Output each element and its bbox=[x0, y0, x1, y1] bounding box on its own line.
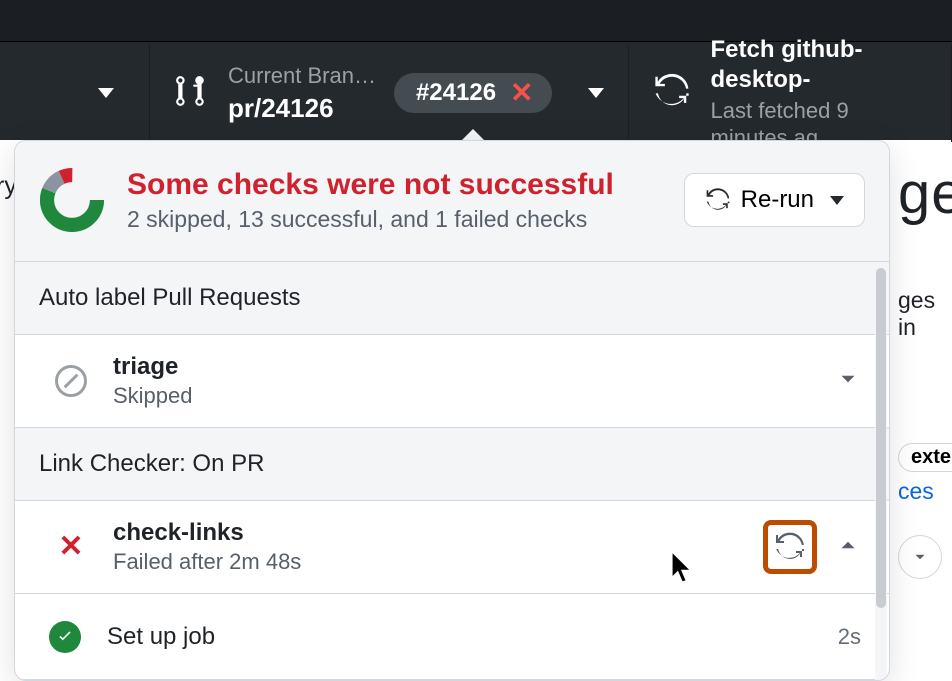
toolbar-branch-selector[interactable]: Current Bran… pr/24126 #24126 ✕ bbox=[150, 44, 629, 142]
job-name: check-links bbox=[113, 519, 741, 547]
job-status: Failed after 2m 48s bbox=[113, 549, 741, 575]
branch-name: pr/24126 bbox=[228, 92, 376, 125]
checks-donut-icon bbox=[39, 167, 105, 233]
row-actions bbox=[763, 520, 861, 574]
chevron-down-icon bbox=[588, 88, 604, 98]
pull-request-icon bbox=[174, 74, 208, 113]
bg-text-fragment: ges in bbox=[898, 287, 952, 341]
bg-badge-fragment: exter bbox=[898, 443, 952, 472]
checks-body: Auto label Pull Requests triage Skipped … bbox=[15, 262, 889, 680]
pr-status-badge[interactable]: #24126 ✕ bbox=[394, 73, 552, 113]
job-text: check-links Failed after 2m 48s bbox=[113, 519, 741, 575]
toolbar-inner: Current Bran… pr/24126 #24126 ✕ Fetch gi… bbox=[0, 44, 952, 142]
app-toolbar: Current Bran… pr/24126 #24126 ✕ Fetch gi… bbox=[0, 0, 952, 140]
scrollbar-thumb[interactable] bbox=[876, 268, 886, 608]
skipped-icon bbox=[51, 365, 91, 397]
rerun-button[interactable]: Re-run bbox=[684, 173, 865, 227]
step-duration: 2s bbox=[838, 624, 861, 650]
chevron-down-icon bbox=[98, 88, 114, 98]
job-row-check-links[interactable]: ✕ check-links Failed after 2m 48s bbox=[15, 501, 889, 594]
chevron-down-icon bbox=[830, 196, 844, 205]
pr-number: #24126 bbox=[416, 79, 496, 107]
row-actions: 2s bbox=[838, 624, 861, 650]
row-actions bbox=[835, 366, 861, 397]
bg-heading-fragment: ge bbox=[898, 160, 952, 227]
bg-right-column: ge ges in exter ces bbox=[898, 160, 952, 579]
fetch-title: Fetch github-desktop- bbox=[711, 35, 927, 95]
rerun-job-button[interactable] bbox=[763, 520, 817, 574]
checks-summary-subtitle: 2 skipped, 13 successful, and 1 failed c… bbox=[127, 206, 662, 233]
bg-round-button[interactable] bbox=[898, 535, 942, 579]
step-row-setup-job[interactable]: Set up job 2s bbox=[15, 594, 889, 680]
sync-icon bbox=[653, 72, 691, 115]
checks-summary-title: Some checks were not successful bbox=[127, 168, 662, 202]
job-text: triage Skipped bbox=[113, 353, 813, 409]
mouse-cursor-icon bbox=[670, 550, 700, 588]
caret-icon bbox=[911, 548, 929, 566]
job-status: Skipped bbox=[113, 383, 813, 409]
job-row-triage[interactable]: triage Skipped bbox=[15, 335, 889, 428]
x-icon: ✕ bbox=[510, 79, 533, 107]
failed-icon: ✕ bbox=[51, 532, 91, 562]
branch-labels: Current Bran… pr/24126 bbox=[228, 62, 376, 124]
fetch-labels: Fetch github-desktop- Last fetched 9 min… bbox=[711, 35, 927, 152]
toolbar-fetch-button[interactable]: Fetch github-desktop- Last fetched 9 min… bbox=[629, 44, 952, 142]
checks-header-text: Some checks were not successful 2 skippe… bbox=[127, 168, 662, 233]
checks-header: Some checks were not successful 2 skippe… bbox=[15, 141, 889, 262]
sync-icon bbox=[705, 187, 731, 213]
rerun-label: Re-run bbox=[741, 186, 814, 214]
chevron-up-icon[interactable] bbox=[835, 532, 861, 563]
chevron-down-icon[interactable] bbox=[835, 366, 861, 397]
checks-popover: Some checks were not successful 2 skippe… bbox=[14, 140, 890, 681]
bg-link-fragment[interactable]: ces bbox=[898, 478, 952, 505]
branch-sublabel: Current Bran… bbox=[228, 62, 376, 90]
step-text: Set up job bbox=[107, 623, 816, 651]
workflow-group-header: Link Checker: On PR bbox=[15, 428, 889, 501]
workflow-group-header: Auto label Pull Requests bbox=[15, 262, 889, 335]
job-name: triage bbox=[113, 353, 813, 381]
success-icon bbox=[45, 621, 85, 653]
sync-icon bbox=[774, 531, 806, 563]
step-name: Set up job bbox=[107, 623, 816, 651]
scrollbar[interactable] bbox=[875, 264, 887, 681]
toolbar-repo-selector[interactable] bbox=[0, 44, 150, 142]
